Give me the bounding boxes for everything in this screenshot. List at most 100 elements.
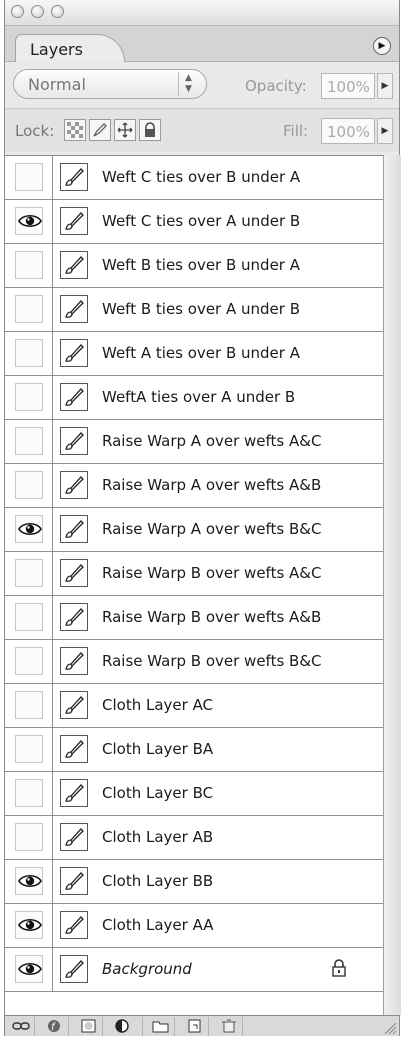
eye-icon[interactable] <box>15 955 43 983</box>
visibility-cell[interactable] <box>5 464 53 507</box>
layer-row[interactable]: Raise Warp A over wefts A&C <box>5 420 383 464</box>
visibility-cell[interactable] <box>5 288 53 331</box>
layer-row[interactable]: Cloth Layer AB <box>5 816 383 860</box>
opacity-slider-button[interactable]: ▶ <box>377 73 393 99</box>
panel-menu-arrow-icon[interactable]: ▶ <box>373 37 391 55</box>
fill-slider-button[interactable]: ▶ <box>377 118 393 144</box>
visibility-cell[interactable] <box>5 420 53 463</box>
visibility-cell[interactable] <box>5 816 53 859</box>
visibility-toggle-empty[interactable] <box>15 295 43 323</box>
visibility-toggle-empty[interactable] <box>15 559 43 587</box>
visibility-cell[interactable] <box>5 200 53 243</box>
layer-name[interactable]: Weft B ties over B under A <box>102 256 300 274</box>
layer-row[interactable]: Weft B ties over A under B <box>5 288 383 332</box>
eye-icon[interactable] <box>15 207 43 235</box>
layer-row[interactable]: Cloth Layer BC <box>5 772 383 816</box>
layer-row[interactable]: Weft C ties over B under A <box>5 156 383 200</box>
layer-name[interactable]: Cloth Layer BC <box>102 784 213 802</box>
layer-row[interactable]: Cloth Layer BA <box>5 728 383 772</box>
visibility-toggle-empty[interactable] <box>15 339 43 367</box>
visibility-toggle-empty[interactable] <box>15 427 43 455</box>
layer-name[interactable]: Raise Warp A over wefts B&C <box>102 520 321 538</box>
layer-name[interactable]: Cloth Layer AC <box>102 696 213 714</box>
layer-name[interactable]: Weft B ties over A under B <box>102 300 300 318</box>
layer-name[interactable]: Cloth Layer AB <box>102 828 213 846</box>
layer-row[interactable]: Raise Warp A over wefts B&C <box>5 508 383 552</box>
fill-input[interactable]: 100% <box>321 118 375 144</box>
layer-row[interactable]: Raise Warp B over wefts A&C <box>5 552 383 596</box>
layer-name[interactable]: Weft C ties over A under B <box>102 212 300 230</box>
adjustment-layer-icon[interactable] <box>107 1017 143 1036</box>
lock-all-icon[interactable] <box>139 119 161 141</box>
visibility-toggle-empty[interactable] <box>15 823 43 851</box>
eye-icon[interactable] <box>15 911 43 939</box>
layer-row[interactable]: Cloth Layer AA <box>5 904 383 948</box>
layer-name[interactable]: Raise Warp B over wefts B&C <box>102 652 322 670</box>
layer-row[interactable]: Cloth Layer AC <box>5 684 383 728</box>
lock-pixels-brush-icon[interactable] <box>89 119 111 141</box>
layer-row[interactable]: Cloth Layer BB <box>5 860 383 904</box>
visibility-cell[interactable] <box>5 684 53 727</box>
layer-row[interactable]: WeftA ties over A under B <box>5 376 383 420</box>
visibility-toggle-empty[interactable] <box>15 779 43 807</box>
visibility-cell[interactable] <box>5 332 53 375</box>
layer-name[interactable]: Raise Warp A over wefts A&C <box>102 432 321 450</box>
layer-name[interactable]: Raise Warp A over wefts A&B <box>102 476 321 494</box>
layer-row[interactable]: Raise Warp A over wefts A&B <box>5 464 383 508</box>
visibility-toggle-empty[interactable] <box>15 471 43 499</box>
minimize-window-button[interactable] <box>31 5 44 18</box>
layer-name[interactable]: WeftA ties over A under B <box>102 388 295 406</box>
visibility-cell[interactable] <box>5 376 53 419</box>
link-layers-icon[interactable] <box>5 1017 35 1036</box>
visibility-cell[interactable] <box>5 508 53 551</box>
layer-name[interactable]: Weft C ties over B under A <box>102 168 300 186</box>
visibility-cell[interactable] <box>5 596 53 639</box>
layers-scrollbar[interactable] <box>383 155 401 1015</box>
layer-name[interactable]: Raise Warp B over wefts A&B <box>102 608 321 626</box>
layer-style-icon[interactable]: f <box>39 1017 69 1036</box>
eye-icon[interactable] <box>15 515 43 543</box>
layer-name[interactable]: Cloth Layer AA <box>102 916 214 934</box>
visibility-cell[interactable] <box>5 552 53 595</box>
visibility-cell[interactable] <box>5 156 53 199</box>
layer-name[interactable]: Weft A ties over B under A <box>102 344 300 362</box>
blend-mode-select[interactable]: Normal ▲ ▼ <box>13 69 207 99</box>
visibility-cell[interactable] <box>5 728 53 771</box>
layer-name[interactable]: Cloth Layer BB <box>102 872 213 890</box>
visibility-cell[interactable] <box>5 860 53 903</box>
tab-layers[interactable]: Layers <box>15 34 125 62</box>
layer-name[interactable]: Background <box>102 960 192 978</box>
layer-row[interactable]: Weft A ties over B under A <box>5 332 383 376</box>
visibility-cell[interactable] <box>5 948 53 991</box>
resize-grip-icon[interactable] <box>383 1020 397 1039</box>
visibility-cell[interactable] <box>5 244 53 287</box>
layer-row[interactable]: Raise Warp B over wefts A&B <box>5 596 383 640</box>
visibility-toggle-empty[interactable] <box>15 383 43 411</box>
visibility-cell[interactable] <box>5 904 53 947</box>
visibility-toggle-empty[interactable] <box>15 163 43 191</box>
new-layer-icon[interactable] <box>179 1017 209 1036</box>
layer-name[interactable]: Raise Warp B over wefts A&C <box>102 564 321 582</box>
zoom-window-button[interactable] <box>51 5 64 18</box>
close-window-button[interactable] <box>11 5 24 18</box>
lock-position-move-icon[interactable] <box>114 119 136 141</box>
visibility-cell[interactable] <box>5 772 53 815</box>
visibility-cell[interactable] <box>5 640 53 683</box>
eye-icon[interactable] <box>15 867 43 895</box>
layer-name[interactable]: Cloth Layer BA <box>102 740 213 758</box>
delete-layer-icon[interactable] <box>213 1017 243 1036</box>
opacity-input[interactable]: 100% <box>321 73 375 99</box>
layer-row[interactable]: Background <box>5 948 383 992</box>
layer-mask-icon[interactable] <box>73 1017 103 1036</box>
layer-row[interactable]: Weft C ties over A under B <box>5 200 383 244</box>
visibility-toggle-empty[interactable] <box>15 647 43 675</box>
visibility-toggle-empty[interactable] <box>15 735 43 763</box>
lock-transparency-icon[interactable] <box>64 119 86 141</box>
new-group-icon[interactable] <box>145 1017 175 1036</box>
layer-thumbnail-brush-icon <box>60 251 88 279</box>
visibility-toggle-empty[interactable] <box>15 603 43 631</box>
visibility-toggle-empty[interactable] <box>15 691 43 719</box>
layer-row[interactable]: Raise Warp B over wefts B&C <box>5 640 383 684</box>
layer-row[interactable]: Weft B ties over B under A <box>5 244 383 288</box>
visibility-toggle-empty[interactable] <box>15 251 43 279</box>
